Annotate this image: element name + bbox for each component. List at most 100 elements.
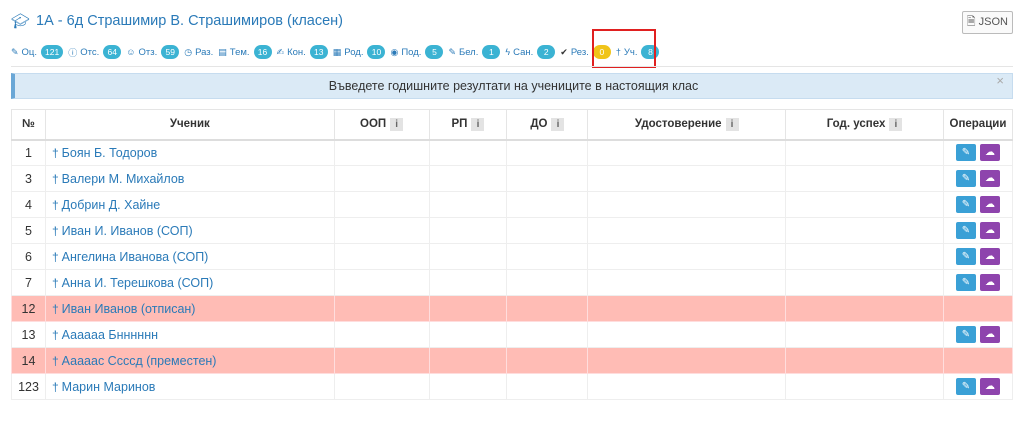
info-icon[interactable]: i [390,117,404,131]
edit-button[interactable]: ✎ [955,170,976,187]
result-cell[interactable] [785,243,944,270]
result-cell[interactable] [587,373,787,400]
student-cell[interactable]: † Аааааа Бнннннн [44,321,335,348]
tab-9[interactable]: ϟ Сан. 2 [505,45,556,59]
student-cell[interactable]: † Валери М. Михайлов [44,165,335,192]
result-cell[interactable] [506,139,589,166]
tab-7[interactable]: ◉ Под. 5 [390,45,444,59]
student-name[interactable]: Иван Иванов (отписан) [62,302,196,316]
result-cell[interactable] [428,243,508,270]
student-name[interactable]: Ангелина Иванова (СОП) [62,250,209,264]
result-cell[interactable] [506,373,589,400]
upload-button[interactable]: ☁ [979,274,1000,291]
result-cell[interactable] [506,295,589,322]
tab-8[interactable]: ✎ Бел. 1 [448,45,501,59]
result-cell[interactable] [587,165,787,192]
result-cell[interactable] [785,269,944,296]
tab-6[interactable]: ▦ Род. 10 [333,45,386,59]
student-cell[interactable]: † Иван И. Иванов (СОП) [44,217,335,244]
result-cell[interactable] [785,347,944,374]
result-cell[interactable] [428,373,508,400]
edit-button[interactable]: ✎ [955,274,976,291]
result-cell[interactable] [506,191,589,218]
student-name[interactable]: Валери М. Михайлов [62,172,185,186]
result-cell[interactable] [333,295,430,322]
student-cell[interactable]: † Боян Б. Тодоров [44,139,335,166]
result-cell[interactable] [333,139,430,166]
tab-1[interactable]: ⓘ Отс. 64 [68,45,122,59]
result-cell[interactable] [785,165,944,192]
json-button[interactable]: 🗎︎ JSON [961,11,1013,34]
result-cell[interactable] [333,347,430,374]
upload-button[interactable]: ☁ [979,196,1000,213]
info-icon[interactable]: i [889,117,903,131]
student-name[interactable]: Боян Б. Тодоров [62,146,158,160]
result-cell[interactable] [428,139,508,166]
result-cell[interactable] [506,243,589,270]
student-name[interactable]: Анна И. Терешкова (СОП) [62,276,214,290]
info-icon[interactable]: i [471,117,485,131]
edit-button[interactable]: ✎ [955,326,976,343]
result-cell[interactable] [333,373,430,400]
edit-button[interactable]: ✎ [955,248,976,265]
tab-5[interactable]: ✍ Кон. 13 [277,45,328,59]
result-cell[interactable] [333,165,430,192]
edit-button[interactable]: ✎ [955,222,976,239]
tab-2[interactable]: ☺ Отз. 59 [126,45,180,59]
result-cell[interactable] [428,269,508,296]
result-cell[interactable] [428,295,508,322]
result-cell[interactable] [506,217,589,244]
tab-4[interactable]: ▤ Тем. 16 [218,45,272,59]
edit-button[interactable]: ✎ [955,196,976,213]
result-cell[interactable] [506,269,589,296]
upload-button[interactable]: ☁ [979,170,1000,187]
student-cell[interactable]: † Иван Иванов (отписан) [44,295,335,322]
upload-button[interactable]: ☁ [979,326,1000,343]
result-cell[interactable] [785,191,944,218]
student-cell[interactable]: † Анна И. Терешкова (СОП) [44,269,335,296]
result-cell[interactable] [428,321,508,348]
result-cell[interactable] [587,269,787,296]
student-name[interactable]: Добрин Д. Хайне [62,198,161,212]
tab-0[interactable]: ✎ Оц. 121 [11,45,64,59]
result-cell[interactable] [785,373,944,400]
student-name[interactable]: Ааааас Ссссд (преместен) [62,354,217,368]
result-cell[interactable] [587,139,787,166]
result-cell[interactable] [506,347,589,374]
result-cell[interactable] [587,321,787,348]
result-cell[interactable] [428,347,508,374]
result-cell[interactable] [333,321,430,348]
result-cell[interactable] [785,321,944,348]
upload-button[interactable]: ☁ [979,378,1000,395]
result-cell[interactable] [333,191,430,218]
result-cell[interactable] [587,243,787,270]
edit-button[interactable]: ✎ [955,144,976,162]
upload-button[interactable]: ☁ [979,248,1000,265]
tab-3[interactable]: ◷ Раз. [184,47,213,58]
student-name[interactable]: Иван И. Иванов (СОП) [62,224,193,238]
edit-button[interactable]: ✎ [955,378,976,395]
result-cell[interactable] [506,321,589,348]
result-cell[interactable] [333,269,430,296]
info-icon[interactable]: i [551,117,565,131]
result-cell[interactable] [587,295,787,322]
page-title[interactable]: 1А - 6д Страшимир В. Страшимиров (класен… [36,13,343,29]
result-cell[interactable] [428,191,508,218]
student-cell[interactable]: † Марин Маринов [44,373,335,400]
upload-button[interactable]: ☁ [979,144,1000,162]
result-cell[interactable] [333,217,430,244]
upload-button[interactable]: ☁ [979,222,1000,239]
student-cell[interactable]: † Ааааас Ссссд (преместен) [44,347,335,374]
result-cell[interactable] [587,217,787,244]
student-name[interactable]: Аааааа Бнннннн [62,328,158,342]
close-icon[interactable]: × [996,69,1004,93]
result-cell[interactable] [785,217,944,244]
result-cell[interactable] [428,217,508,244]
result-cell[interactable] [506,165,589,192]
result-cell[interactable] [333,243,430,270]
result-cell[interactable] [785,295,944,322]
result-cell[interactable] [587,347,787,374]
result-cell[interactable] [428,165,508,192]
result-cell[interactable] [587,191,787,218]
student-name[interactable]: Марин Маринов [62,380,156,394]
